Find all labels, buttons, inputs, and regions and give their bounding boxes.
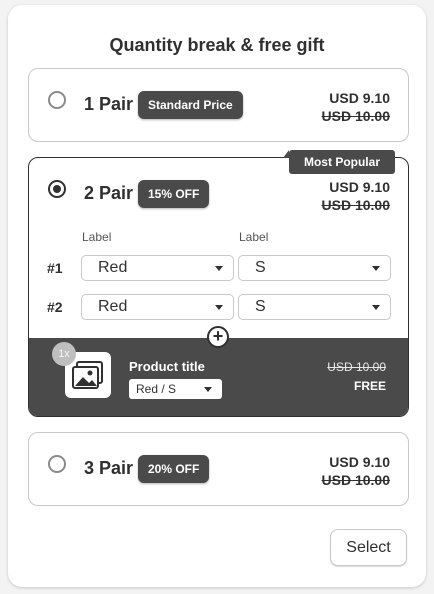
select-button[interactable]: Select bbox=[330, 529, 407, 566]
option-badge: 20% OFF bbox=[138, 455, 210, 483]
chevron-down-icon bbox=[215, 305, 223, 310]
option-price: USD 9.10 USD 10.00 bbox=[322, 89, 390, 125]
option-qty: 1 Pair bbox=[84, 94, 134, 114]
gift-count-badge: 1x bbox=[52, 342, 76, 366]
color-select-1[interactable]: Red bbox=[81, 255, 234, 281]
current-price: USD 9.10 bbox=[329, 454, 390, 470]
size-select-2[interactable]: S bbox=[238, 294, 391, 320]
gift-old-price: USD 10.00 bbox=[327, 360, 386, 374]
option-price: USD 9.10 USD 10.00 bbox=[322, 178, 390, 214]
free-gift-bar: + 1x Product title Red / S USD 10.00 FRE… bbox=[29, 326, 408, 416]
chevron-down-icon bbox=[204, 387, 212, 392]
current-price: USD 9.10 bbox=[329, 179, 390, 195]
color-value: Red bbox=[98, 259, 128, 276]
image-icon bbox=[72, 361, 103, 389]
old-price: USD 10.00 bbox=[321, 197, 390, 213]
color-value: Red bbox=[98, 298, 128, 315]
radio-2-pair[interactable] bbox=[48, 180, 66, 198]
plus-icon[interactable]: + bbox=[207, 326, 229, 348]
old-price: USD 10.00 bbox=[321, 472, 390, 488]
size-value: S bbox=[255, 259, 266, 276]
gift-product-title: Product title bbox=[129, 359, 205, 374]
size-select-1[interactable]: S bbox=[238, 255, 391, 281]
size-value: S bbox=[255, 298, 266, 315]
option-badge: Standard Price bbox=[138, 91, 243, 119]
chevron-down-icon bbox=[215, 266, 223, 271]
row-number: #1 bbox=[47, 260, 63, 276]
color-select-2[interactable]: Red bbox=[81, 294, 234, 320]
option-1-pair[interactable]: 1 Pair Standard Price USD 9.10 USD 10.00 bbox=[28, 68, 409, 142]
radio-1-pair[interactable] bbox=[48, 91, 66, 109]
option-price: USD 9.10 USD 10.00 bbox=[322, 453, 390, 489]
gift-price: FREE bbox=[353, 379, 386, 393]
most-popular-ribbon: Most Popular bbox=[282, 150, 395, 174]
old-price: USD 10.00 bbox=[321, 108, 390, 124]
widget-title: Quantity break & free gift bbox=[109, 35, 325, 55]
chevron-down-icon bbox=[372, 266, 380, 271]
row-number: #2 bbox=[47, 299, 63, 315]
option-qty: 2 Pair bbox=[84, 183, 134, 203]
chevron-down-icon bbox=[372, 305, 380, 310]
gift-variant-select[interactable]: Red / S bbox=[129, 379, 222, 399]
option-2-pair[interactable]: Most Popular 2 Pair 15% OFF USD 9.10 USD… bbox=[28, 150, 409, 417]
color-label: Label bbox=[82, 230, 112, 244]
option-badge: 15% OFF bbox=[138, 180, 210, 208]
option-3-pair[interactable]: 3 Pair 20% OFF USD 9.10 USD 10.00 bbox=[28, 432, 409, 506]
size-label: Label bbox=[239, 230, 269, 244]
gift-variant-value: Red / S bbox=[136, 382, 177, 396]
radio-3-pair[interactable] bbox=[48, 455, 66, 473]
current-price: USD 9.10 bbox=[329, 90, 390, 106]
option-qty: 3 Pair bbox=[84, 458, 134, 478]
bundle-card: Quantity break & free gift 1 Pair Standa… bbox=[8, 5, 426, 587]
